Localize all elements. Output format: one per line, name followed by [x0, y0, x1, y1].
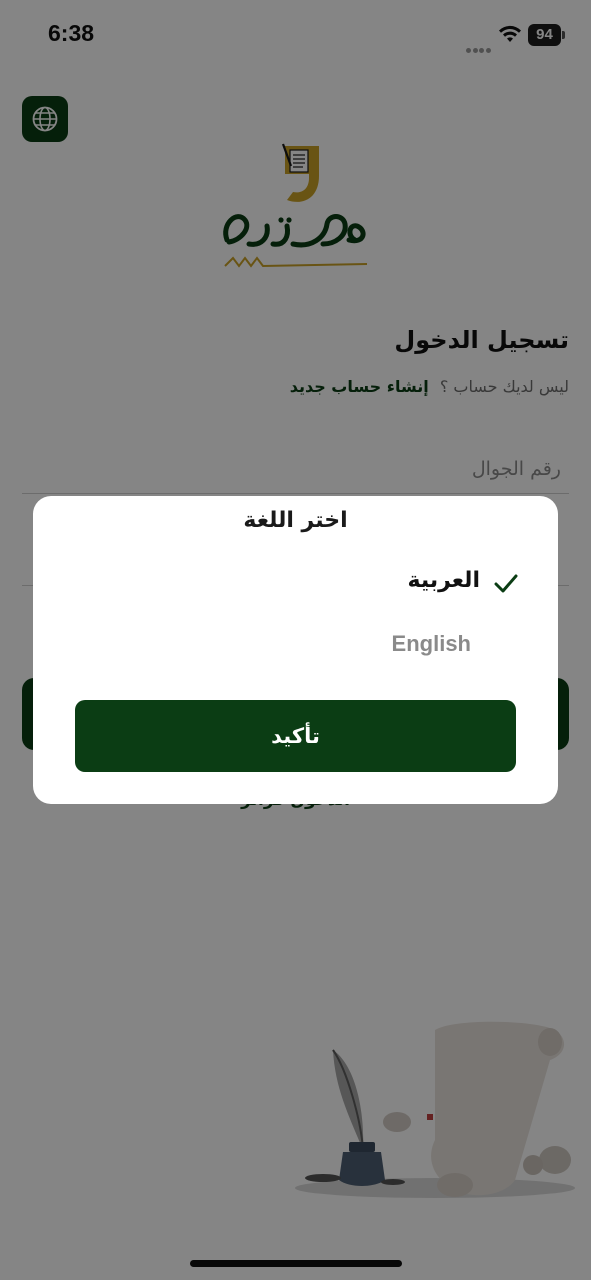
- language-dialog: اختر اللغة العربية English تأكيد: [33, 496, 558, 804]
- check-icon: [494, 574, 518, 593]
- language-option-english[interactable]: English: [333, 626, 518, 666]
- confirm-button-label: تأكيد: [271, 724, 320, 748]
- confirm-button[interactable]: تأكيد: [75, 700, 516, 772]
- language-option-arabic[interactable]: العربية: [333, 564, 518, 604]
- language-option-label: English: [391, 631, 471, 656]
- language-option-label: العربية: [407, 568, 481, 593]
- dialog-title: اختر اللغة: [243, 508, 348, 533]
